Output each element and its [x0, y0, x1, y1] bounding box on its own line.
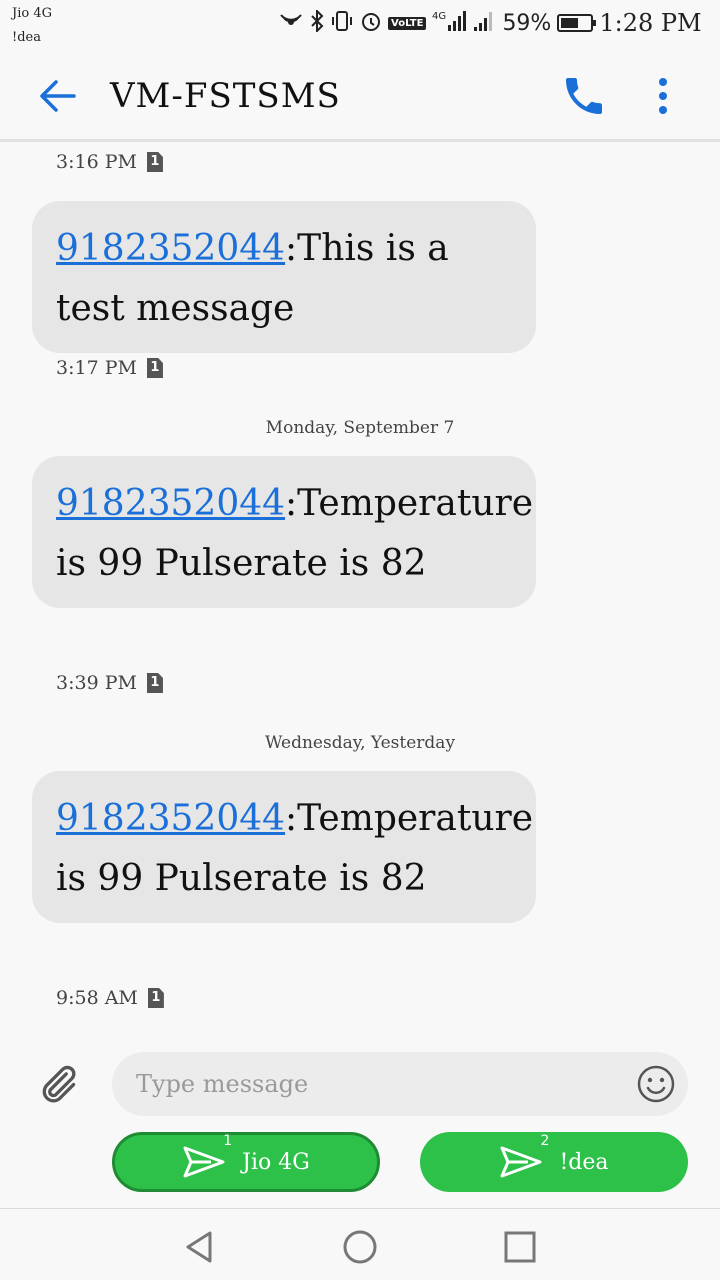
phone-number-link[interactable]: 9182352044: [56, 798, 285, 839]
phone-icon[interactable]: [560, 72, 608, 120]
sim-card-icon: 1: [146, 152, 163, 172]
timestamp-text: 3:16 PM: [56, 151, 137, 173]
sim-card-icon: 1: [147, 988, 164, 1008]
phone-number-link[interactable]: 9182352044: [56, 228, 285, 269]
sim-number: 1: [223, 1133, 233, 1149]
phone-number-link[interactable]: 9182352044: [56, 483, 285, 524]
send-icon: 2: [499, 1133, 549, 1179]
message-timestamp: 3:16 PM 1: [56, 151, 163, 173]
alarm-icon: [360, 10, 382, 37]
triangle-back-icon[interactable]: [180, 1227, 220, 1267]
bluetooth-icon: [310, 8, 324, 37]
date-divider: Monday, September 7: [265, 418, 455, 438]
vibrate-icon: [330, 10, 354, 37]
navigation-bar: [0, 1208, 720, 1280]
sim-card-icon: 1: [146, 358, 163, 378]
status-icons: VoLTE 4G 59% 1:28 PM: [278, 8, 702, 38]
timestamp-text: 3:39 PM: [56, 672, 137, 694]
message-bubble[interactable]: 9182352044:Temperature is 99 Pulserate i…: [32, 456, 536, 608]
hotspot-icon: [278, 10, 304, 37]
send-sim2-button[interactable]: 2 !dea: [420, 1132, 688, 1192]
battery-level-fill: [561, 18, 579, 28]
carrier-2-label: !dea: [12, 30, 41, 45]
send-icon: 1: [182, 1133, 232, 1179]
message-timestamp: 3:39 PM 1: [56, 672, 163, 694]
message-bubble[interactable]: 9182352044:Temperature is 99 Pulserate i…: [32, 771, 536, 923]
status-bar: Jio 4G !dea VoLTE 4G 59% 1:28 PM: [0, 0, 720, 50]
battery-percent: 59%: [502, 10, 552, 36]
sim-card-icon: 1: [146, 673, 163, 693]
more-vertical-icon[interactable]: [645, 72, 681, 120]
status-clock: 1:28 PM: [599, 9, 702, 37]
message-list[interactable]: 3:16 PM 1 9182352044:This is a test mess…: [0, 145, 720, 1040]
message-composer: [112, 1052, 688, 1116]
send-button-label: Jio 4G: [242, 1149, 310, 1175]
paperclip-icon[interactable]: [36, 1062, 80, 1106]
carrier-1-label: Jio 4G: [12, 6, 52, 21]
conversation-title: VM-FSTSMS: [110, 76, 341, 116]
volte-badge: VoLTE: [388, 16, 427, 30]
svg-text:4G: 4G: [432, 11, 446, 22]
date-divider: Wednesday, Yesterday: [264, 733, 456, 753]
send-sim1-button[interactable]: 1 Jio 4G: [112, 1132, 380, 1192]
signal-icon: [472, 9, 496, 38]
conversation-header: VM-FSTSMS: [0, 50, 720, 142]
timestamp-text: 9:58 AM: [56, 987, 138, 1009]
battery-icon: [557, 14, 597, 32]
message-bubble[interactable]: 9182352044:This is a test message: [32, 201, 536, 353]
message-input[interactable]: [136, 1062, 616, 1106]
smiley-icon[interactable]: [636, 1064, 676, 1104]
square-recents-icon[interactable]: [500, 1227, 540, 1267]
timestamp-text: 3:17 PM: [56, 357, 137, 379]
message-timestamp: 3:17 PM 1: [56, 357, 163, 379]
back-arrow-icon[interactable]: [34, 76, 78, 116]
circle-home-icon[interactable]: [340, 1227, 380, 1267]
sim-number: 2: [540, 1133, 550, 1149]
send-button-label: !dea: [559, 1149, 609, 1175]
message-timestamp: 9:58 AM 1: [56, 987, 164, 1009]
network-4g-icon: 4G: [432, 9, 467, 38]
